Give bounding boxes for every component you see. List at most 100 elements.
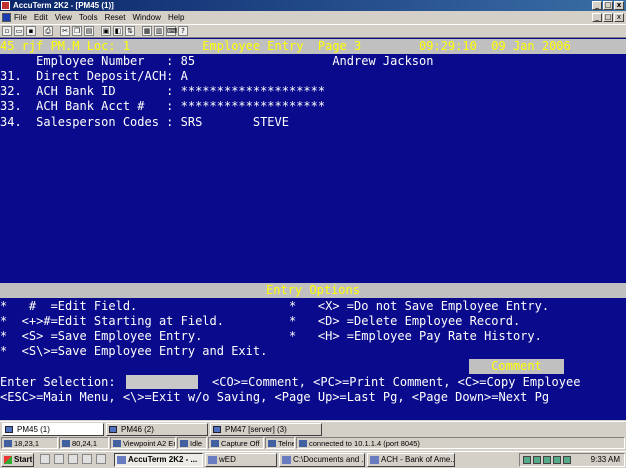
close-button[interactable]: x <box>614 1 624 10</box>
toolbar: ▫ ▭ ▪ ⎙ ✂ ❐ ▤ ▣ ◧ ⇅ ▦ ▥ ⌨ ? <box>0 24 626 38</box>
session-restore-button[interactable]: □ <box>603 13 613 22</box>
quicklaunch-desktop-icon[interactable] <box>40 454 50 464</box>
status-cursor: 18,23,1 <box>1 437 58 449</box>
transfer-icon[interactable]: ⇅ <box>125 26 135 36</box>
entry-options-header: Entry Options <box>0 283 626 298</box>
copy-icon[interactable]: ❐ <box>72 26 82 36</box>
cursor-icon <box>4 440 12 447</box>
capture-icon[interactable]: ◧ <box>113 26 123 36</box>
toolbar-separator <box>55 26 58 36</box>
option-save-exit: * <S\>=Save Employee Entry and Exit. <box>0 344 268 358</box>
session-icon[interactable] <box>2 13 11 22</box>
menu-tools[interactable]: Tools <box>79 11 98 24</box>
clock[interactable]: 9:33 AM <box>591 454 620 466</box>
maximize-button[interactable]: □ <box>603 1 613 10</box>
status-bar: 18,23,1 80,24,1 Viewpoint A2 Enh Idle Ca… <box>0 436 626 450</box>
field-ach-bank-acct: 33. ACH Bank Acct # : ******************… <box>0 99 326 113</box>
tray-network-icon[interactable] <box>523 456 531 464</box>
session-tabs: PM45 (1) PM46 (2) PM47 [server] (3) <box>0 421 626 436</box>
screen-status-line: 45 rjf PM.M Loc: 1 Employee Entry Page 3… <box>0 39 626 54</box>
tray-volume-icon[interactable] <box>543 456 551 464</box>
browser-task-icon <box>370 456 379 464</box>
task-documents[interactable]: C:\Documents and ... <box>279 453 365 467</box>
new-icon[interactable]: ▫ <box>2 26 12 36</box>
screen-icon[interactable]: ▣ <box>101 26 111 36</box>
paste-icon[interactable]: ▤ <box>84 26 94 36</box>
option-do-not-save: * <X> =Do not Save Employee Entry. <box>289 299 550 313</box>
window-controls: _ □ x <box>592 1 624 10</box>
status-emulation: Viewpoint A2 Enh <box>110 437 176 449</box>
accuterm-app-icon[interactable] <box>1 1 10 10</box>
status-protocol: Telnet <box>265 437 295 449</box>
toolbar-separator <box>38 26 41 36</box>
option-pay-rate-history: * <H> =Employee Pay Rate History. <box>289 329 542 343</box>
cut-icon[interactable]: ✂ <box>60 26 70 36</box>
menu-window[interactable]: Window <box>132 11 160 24</box>
menu-view[interactable]: View <box>55 11 72 24</box>
comment-label: Comment <box>469 359 564 374</box>
field-ach-bank-id: 32. ACH Bank ID : ******************** <box>0 84 326 98</box>
quicklaunch-browser-icon[interactable] <box>54 454 64 464</box>
help-icon[interactable]: ? <box>178 26 188 36</box>
option-delete: * <D> =Delete Employee Record. <box>289 314 521 328</box>
keyboard-icon[interactable]: ⌨ <box>166 26 177 36</box>
capture-status-icon <box>211 440 219 447</box>
menu-help[interactable]: Help <box>168 11 184 24</box>
status-state: Idle <box>177 437 207 449</box>
title-bar: AccuTerm 2K2 - [PM45 (1)] _ □ x <box>0 0 626 11</box>
system-tray: 9:33 AM <box>519 453 625 467</box>
option-save: * <S> =Save Employee Entry. <box>0 329 203 343</box>
connection-icon <box>299 440 307 447</box>
session-close-button[interactable]: x <box>614 13 624 22</box>
status-connection: connected to 10.1.1.4 (port 8045) <box>296 437 625 449</box>
folder-task-icon <box>282 456 291 464</box>
toolbar-separator <box>137 26 140 36</box>
tray-app-icon[interactable] <box>553 456 561 464</box>
quicklaunch-app2-icon[interactable] <box>96 454 106 464</box>
tab-label: PM45 (1) <box>17 425 50 434</box>
emulation-icon <box>113 440 121 447</box>
tray-security-icon[interactable] <box>563 456 571 464</box>
quicklaunch-app-icon[interactable] <box>82 454 92 464</box>
print-icon[interactable]: ⎙ <box>43 26 53 36</box>
navigation-commands: <ESC>=Main Menu, <\>=Exit w/o Saving, <P… <box>0 390 550 404</box>
menu-bar: File Edit View Tools Reset Window Help _… <box>0 11 626 24</box>
windows-logo-icon <box>4 456 12 464</box>
macro-icon[interactable]: ▥ <box>154 26 164 36</box>
tab-pm47[interactable]: PM47 [server] (3) <box>210 423 322 436</box>
option-edit-starting: * <+>#=Edit Starting at Field. <box>0 314 224 328</box>
selection-prompt: Enter Selection: <box>0 375 116 389</box>
status-size: 80,24,1 <box>59 437 109 449</box>
save-icon[interactable]: ▪ <box>26 26 36 36</box>
tray-antivirus-icon[interactable] <box>533 456 541 464</box>
menu-reset[interactable]: Reset <box>105 11 126 24</box>
session-icon <box>5 426 13 433</box>
task-wed[interactable]: wED <box>205 453 277 467</box>
toolbar-separator <box>96 26 99 36</box>
task-ach-bank[interactable]: ACH - Bank of Ame... <box>367 453 455 467</box>
menu-file[interactable]: File <box>14 11 27 24</box>
telnet-icon <box>268 440 276 447</box>
terminal-screen[interactable]: 45 rjf PM.M Loc: 1 Employee Entry Page 3… <box>0 38 626 420</box>
task-accuterm[interactable]: AccuTerm 2K2 - ... <box>114 453 203 467</box>
minimize-button[interactable]: _ <box>592 1 602 10</box>
tab-pm46[interactable]: PM46 (2) <box>106 423 208 436</box>
tab-pm45[interactable]: PM45 (1) <box>2 423 104 436</box>
field-salesperson-codes: 34. Salesperson Codes : SRS STEVE <box>0 115 289 129</box>
screen-size-icon <box>62 440 70 447</box>
menu-edit[interactable]: Edit <box>34 11 48 24</box>
taskbar: Start AccuTerm 2K2 - ... wED C:\Document… <box>0 451 626 468</box>
session-minimize-button[interactable]: _ <box>592 13 602 22</box>
idle-icon <box>180 440 188 447</box>
comment-row: Comment <box>0 359 626 374</box>
open-icon[interactable]: ▭ <box>14 26 24 36</box>
start-button[interactable]: Start <box>1 453 34 467</box>
settings-icon[interactable]: ▦ <box>142 26 152 36</box>
quicklaunch-explorer-icon[interactable] <box>68 454 78 464</box>
selection-input[interactable] <box>126 375 198 389</box>
tab-label: PM46 (2) <box>121 425 154 434</box>
session-window-controls: _ □ x <box>592 13 624 22</box>
wed-task-icon <box>208 456 217 464</box>
status-capture: Capture Off <box>208 437 264 449</box>
session-icon <box>213 426 221 433</box>
